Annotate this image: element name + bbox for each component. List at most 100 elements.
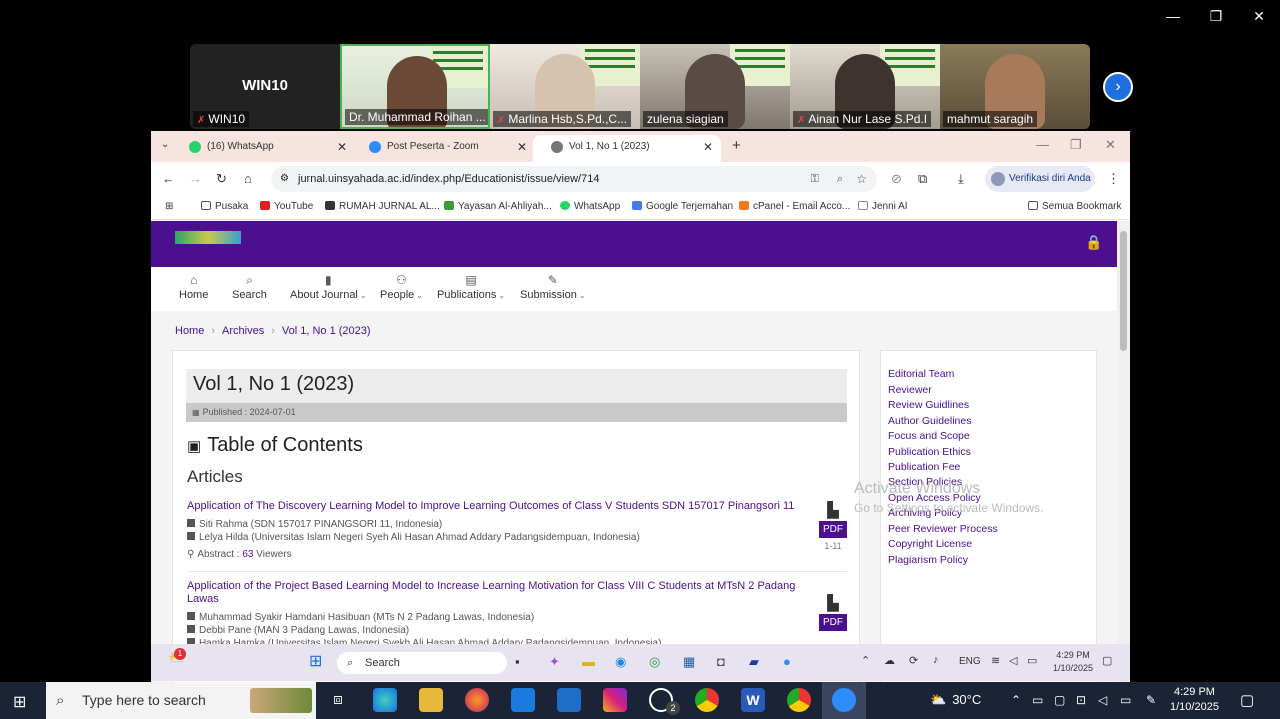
bookmark-cpanel[interactable]: cPanel - Email Acco... <box>739 201 850 212</box>
windows-start-icon[interactable]: ⊞ <box>13 692 26 712</box>
video-tile[interactable]: ✗ Ainan Nur Lase S.Pd.I <box>790 44 940 129</box>
tab-whatsapp[interactable]: (16) WhatsApp ✕ <box>171 135 355 162</box>
taskbar-search-box[interactable]: ⌕ Type here to search <box>46 682 316 719</box>
language-indicator[interactable]: ENG <box>959 656 981 667</box>
sidebar-link-review-guidlines[interactable]: Review Guidlines <box>888 399 969 411</box>
sidebar-link-plagiarism[interactable]: Plagiarism Policy <box>888 554 968 566</box>
word-icon[interactable]: W <box>741 688 765 712</box>
bookmark-youtube[interactable]: YouTube <box>260 201 313 212</box>
scrollbar[interactable] <box>1117 221 1130 682</box>
video-tile-active[interactable]: Dr. Muhammad Roihan ... <box>340 44 490 129</box>
minimize-icon[interactable]: — <box>1036 137 1049 152</box>
menu-icon[interactable]: ⋮ <box>1107 171 1120 187</box>
minimize-icon[interactable]: — <box>1163 8 1183 24</box>
taskbar-clock[interactable]: 4:29 PM 1/10/2025 <box>1170 685 1219 715</box>
sidebar-link-author-guidelines[interactable]: Author Guidelines <box>888 415 971 427</box>
tab-journal[interactable]: Vol 1, No 1 (2023) ✕ <box>533 135 721 162</box>
network-icon[interactable]: ▭ <box>1032 693 1043 707</box>
pdf-download[interactable]: ▙ PDF 1-11 <box>819 501 847 551</box>
scrollbar-thumb[interactable] <box>1120 231 1127 351</box>
home-icon[interactable]: ⌂ <box>244 171 252 186</box>
battery-icon[interactable]: ▭ <box>1120 693 1131 707</box>
nav-about-journal[interactable]: ▮ About Journal ⌄ <box>290 273 367 301</box>
extensions-icon[interactable]: ⧉ <box>918 171 927 187</box>
tray-chevron-icon[interactable]: ⌃ <box>1011 693 1021 707</box>
chrome-icon[interactable]: ◎ <box>649 654 660 670</box>
app-icon[interactable]: ▰ <box>749 654 759 670</box>
bookmark-whatsapp[interactable]: WhatsApp <box>560 201 620 212</box>
mail-icon[interactable] <box>557 688 581 712</box>
pdf-download[interactable]: ▙ PDF <box>819 594 847 631</box>
sidebar-link-publication-fee[interactable]: Publication Fee <box>888 461 960 473</box>
nav-search[interactable]: ⌕ Search <box>232 273 267 301</box>
close-icon[interactable]: ✕ <box>1249 8 1269 25</box>
file-explorer-icon[interactable] <box>419 688 443 712</box>
camera-icon[interactable]: ◘ <box>717 654 725 669</box>
address-bar[interactable]: ⚙ jurnal.uinsyahada.ac.id/index.php/Educ… <box>271 166 877 192</box>
display-icon[interactable]: ▢ <box>1054 693 1065 707</box>
firefox-icon[interactable] <box>465 688 489 712</box>
site-logo[interactable] <box>175 231 241 244</box>
sidebar-link-reviewer[interactable]: Reviewer <box>888 384 932 396</box>
windows-start-icon[interactable]: ⊞ <box>309 651 322 671</box>
video-tile[interactable]: zulena siagian <box>640 44 790 129</box>
wifi-icon[interactable]: ≋ <box>991 654 1000 667</box>
reload-icon[interactable]: ↻ <box>216 171 227 187</box>
nav-submission[interactable]: ✎ Submission ⌄ <box>520 273 586 301</box>
bookmark-google-translate[interactable]: Google Terjemahan <box>632 201 733 212</box>
bookmark-yayasan[interactable]: Yayasan Al-Ahliyah... <box>444 201 552 212</box>
nav-people[interactable]: ⚇ People ⌄ <box>380 273 423 301</box>
volume-icon[interactable]: ◁ <box>1098 693 1107 707</box>
breadcrumb-current[interactable]: Vol 1, No 1 (2023) <box>282 325 371 337</box>
bookmark-jenni-ai[interactable]: Jenni AI <box>858 201 908 212</box>
remote-search-box[interactable]: ⌕ Search <box>337 652 507 674</box>
close-tab-icon[interactable]: ✕ <box>517 135 527 159</box>
site-info-icon[interactable]: ⚙ <box>280 166 289 192</box>
zoom-taskbar-active[interactable] <box>822 682 866 719</box>
store-icon[interactable]: ▦ <box>683 654 695 670</box>
mic-icon[interactable]: ♪ <box>933 654 939 666</box>
close-tab-icon[interactable]: ✕ <box>337 135 347 159</box>
all-bookmarks-folder[interactable]: Semua Bookmark <box>1028 201 1121 212</box>
sidebar-link-focus-scope[interactable]: Focus and Scope <box>888 430 970 442</box>
pdf-button[interactable]: PDF <box>819 614 847 631</box>
zoom-lens-icon[interactable]: ⌕ <box>837 166 843 192</box>
restore-icon[interactable]: ❐ <box>1070 137 1082 153</box>
sidebar-link-peer-reviewer[interactable]: Peer Reviewer Process <box>888 523 998 535</box>
forward-icon[interactable]: → <box>189 171 202 186</box>
lock-icon[interactable]: 🔒 <box>1085 234 1102 251</box>
verify-button[interactable]: Verifikasi diri Anda <box>985 166 1095 192</box>
action-center-icon[interactable]: ▢ <box>1240 691 1254 709</box>
extension-disabled-icon[interactable]: ⊘ <box>891 171 902 187</box>
instagram-icon[interactable] <box>603 688 627 712</box>
bookmark-pusaka[interactable]: Pusaka <box>201 201 248 212</box>
nav-publications[interactable]: ▤ Publications ⌄ <box>437 273 505 301</box>
next-page-button[interactable]: › <box>1103 72 1133 102</box>
bookmark-rumah-jurnal[interactable]: RUMAH JURNAL AL... <box>325 201 440 212</box>
tab-zoom[interactable]: Post Peserta - Zoom ✕ <box>351 135 535 162</box>
article-title[interactable]: Application of The Discovery Learning Mo… <box>187 500 822 513</box>
video-tile[interactable]: mahmut saragih <box>940 44 1090 129</box>
pdf-button[interactable]: PDF <box>819 521 847 538</box>
store-icon[interactable] <box>511 688 535 712</box>
remote-clock[interactable]: 4:29 PM 1/10/2025 <box>1053 649 1093 675</box>
notification-icon[interactable]: ▢ <box>1102 654 1112 667</box>
password-key-icon[interactable]: ⚿ <box>811 166 819 192</box>
copilot-icon[interactable]: ✦ <box>549 654 560 670</box>
article-title[interactable]: Application of the Project Based Learnin… <box>187 580 822 606</box>
chrome-profile-icon[interactable] <box>787 688 811 712</box>
apps-icon[interactable]: ⊞ <box>165 201 173 212</box>
task-view-icon[interactable]: ▪ <box>515 654 520 669</box>
sidebar-link-copyright[interactable]: Copyright License <box>888 538 972 550</box>
star-icon[interactable]: ☆ <box>856 166 867 192</box>
new-tab-icon[interactable]: + <box>732 137 741 154</box>
file-explorer-icon[interactable]: ▬ <box>582 654 595 669</box>
screen-icon[interactable]: ⊡ <box>1076 693 1086 707</box>
pen-icon[interactable]: ✎ <box>1146 693 1156 707</box>
tab-search-icon[interactable]: ⌄ <box>161 139 169 150</box>
edge-icon[interactable] <box>373 688 397 712</box>
sync-icon[interactable]: ⟳ <box>909 654 918 667</box>
restore-icon[interactable]: ❐ <box>1206 8 1226 25</box>
tray-chevron-icon[interactable]: ⌃ <box>861 654 870 667</box>
video-tile-win10[interactable]: WIN10 ✗ WIN10 <box>190 44 340 129</box>
